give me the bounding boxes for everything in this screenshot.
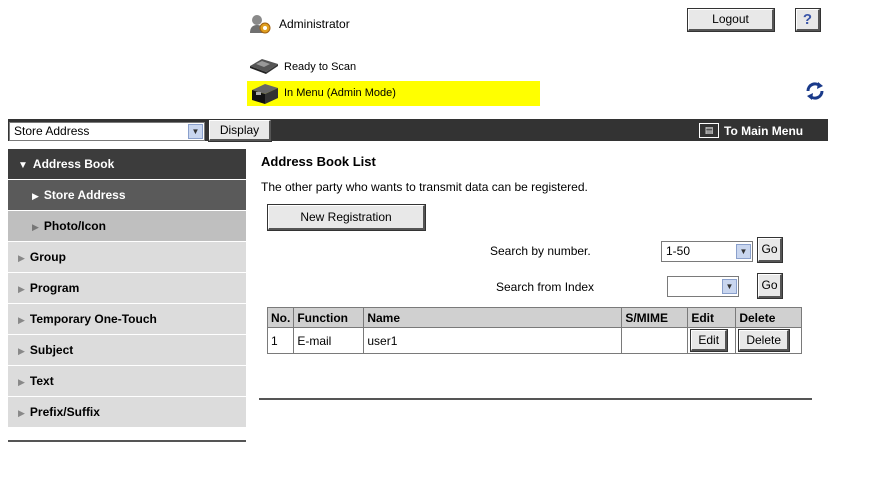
column-header-function: Function [293, 307, 365, 328]
main-menu-icon[interactable]: ▤ [699, 123, 719, 138]
sidebar-item-photo-icon[interactable]: ▶ Photo/Icon [8, 211, 246, 242]
sidebar-item-store-address[interactable]: ▶ Store Address [8, 180, 246, 211]
content-divider [259, 398, 812, 400]
column-header-name: Name [363, 307, 623, 328]
edit-button[interactable]: Edit [690, 329, 729, 352]
column-header-delete: Delete [735, 307, 802, 328]
triangle-right-icon: ▶ [18, 253, 25, 263]
sidebar-item-group[interactable]: ▶ Group [8, 242, 246, 273]
sidebar-item-label: Group [29, 250, 66, 264]
menu-status-text: In Menu (Admin Mode) [284, 87, 396, 99]
main-menu-link[interactable]: To Main Menu [724, 124, 803, 138]
page-description: The other party who wants to transmit da… [261, 180, 588, 194]
cell-no: 1 [266, 327, 295, 354]
sidebar-item-prefix-suffix[interactable]: ▶ Prefix/Suffix [8, 397, 246, 428]
search-by-number-label: Search by number. [490, 244, 591, 258]
cell-delete: Delete [735, 327, 802, 354]
admin-user-icon [250, 15, 271, 34]
table-row: 1 E-mail user1 Edit Delete [266, 327, 802, 354]
search-number-select[interactable]: 1-50 ▼ [661, 241, 753, 262]
mfp-device-icon [252, 84, 278, 104]
column-header-smime: S/MIME [621, 307, 689, 328]
table-header-row: No. Function Name S/MIME Edit Delete [266, 307, 802, 328]
column-header-edit: Edit [687, 307, 737, 328]
delete-button[interactable]: Delete [738, 329, 791, 352]
triangle-right-icon: ▶ [18, 377, 25, 387]
chevron-down-icon: ▼ [188, 124, 203, 139]
triangle-right-icon: ▶ [18, 346, 25, 356]
cell-name: user1 [363, 327, 623, 354]
column-header-no: No. [266, 307, 295, 328]
sidebar-item-subject[interactable]: ▶ Subject [8, 335, 246, 366]
sidebar-header-address-book[interactable]: ▼ Address Book [8, 149, 246, 180]
search-number-go-button[interactable]: Go [757, 237, 783, 263]
sidebar-item-temporary-one-touch[interactable]: ▶ Temporary One-Touch [8, 304, 246, 335]
refresh-icon[interactable] [804, 80, 826, 102]
sidebar-header-label: Address Book [32, 157, 115, 171]
user-name: Administrator [279, 17, 350, 31]
sidebar-item-label: Text [29, 374, 54, 388]
category-select-value: Store Address [14, 124, 90, 138]
search-from-index-label: Search from Index [496, 280, 595, 294]
page-title: Address Book List [261, 154, 376, 169]
triangle-right-icon: ▶ [18, 284, 25, 294]
triangle-down-icon: ▼ [18, 160, 28, 171]
address-book-table: No. Function Name S/MIME Edit Delete 1 E… [266, 307, 802, 354]
triangle-right-icon: ▶ [18, 408, 25, 418]
category-select[interactable]: Store Address ▼ [9, 122, 205, 141]
sidebar-item-text[interactable]: ▶ Text [8, 366, 246, 397]
scanner-icon [250, 59, 278, 74]
sidebar-item-label: Program [29, 281, 80, 295]
cell-function: E-mail [293, 327, 365, 354]
chevron-down-icon: ▼ [722, 279, 737, 294]
sidebar-item-label: Temporary One-Touch [29, 312, 157, 326]
search-index-select[interactable]: ▼ [667, 276, 739, 297]
chevron-down-icon: ▼ [736, 244, 751, 259]
display-button[interactable]: Display [208, 119, 272, 142]
sidebar-item-label: Photo/Icon [43, 219, 106, 233]
search-index-go-button[interactable]: Go [757, 273, 783, 299]
sidebar-item-label: Subject [29, 343, 74, 357]
help-button[interactable]: ? [795, 8, 821, 32]
search-number-value: 1-50 [666, 244, 691, 258]
triangle-right-icon: ▶ [32, 222, 39, 232]
sidebar-item-label: Store Address [43, 188, 126, 202]
triangle-right-icon: ▶ [18, 315, 25, 325]
sidebar-divider [8, 440, 246, 442]
cell-smime [621, 327, 689, 354]
scan-status-text: Ready to Scan [284, 61, 357, 73]
new-registration-button[interactable]: New Registration [267, 204, 426, 231]
sidebar-item-label: Prefix/Suffix [29, 405, 100, 419]
logout-button[interactable]: Logout [687, 8, 775, 32]
sidebar-item-program[interactable]: ▶ Program [8, 273, 246, 304]
cell-edit: Edit [687, 327, 737, 354]
triangle-right-icon: ▶ [32, 191, 39, 201]
